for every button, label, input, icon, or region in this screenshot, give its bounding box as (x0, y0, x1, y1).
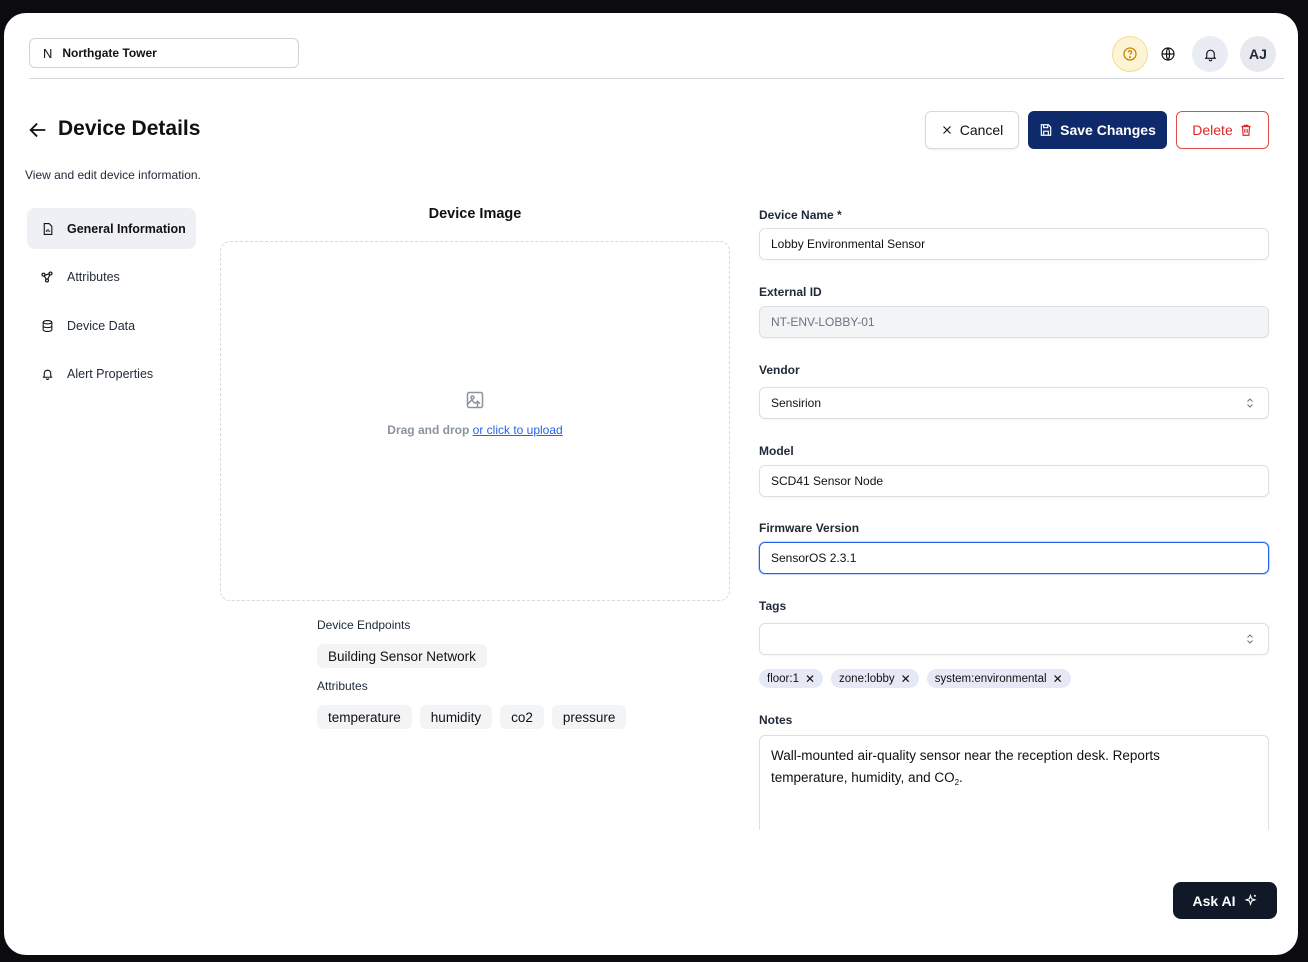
org-name: Northgate Tower (62, 46, 157, 60)
nav-item-device-data[interactable]: Device Data (27, 305, 196, 346)
app-window: N Northgate Tower AJ Device Details View… (4, 13, 1298, 955)
remove-tag-icon[interactable]: ✕ (901, 672, 911, 686)
device-name-label: Device Name * (759, 208, 842, 222)
org-selector[interactable]: N Northgate Tower (29, 38, 299, 68)
image-upload-icon (466, 391, 484, 409)
topbar-icons: AJ (1100, 36, 1276, 72)
bell-icon (39, 366, 55, 382)
delete-label: Delete (1192, 122, 1233, 138)
nav-item-label: Device Data (67, 318, 136, 333)
nav-item-general-information[interactable]: General Information (27, 208, 196, 249)
attribute-chip: temperature (317, 705, 412, 729)
notifications-button[interactable] (1192, 36, 1228, 72)
arrow-left-icon (29, 122, 46, 138)
page-title: Device Details (58, 117, 201, 140)
tags-label: Tags (759, 599, 787, 613)
firmware-input[interactable]: SensorOS 2.3.1 (759, 542, 1269, 574)
vendor-select[interactable]: Sensirion (759, 387, 1269, 419)
notes-line-1: Wall-mounted air-quality sensor near the… (771, 748, 1160, 763)
tag-chip: floor:1 ✕ (759, 669, 824, 688)
back-button[interactable] (27, 119, 49, 146)
bell-icon (1204, 49, 1216, 61)
firmware-label: Firmware Version (759, 521, 860, 535)
endpoint-chip: Building Sensor Network (317, 644, 487, 668)
database-icon (39, 318, 55, 334)
endpoints-label: Device Endpoints (317, 618, 411, 632)
tags-select[interactable] (759, 623, 1269, 655)
device-image-title: Device Image (428, 206, 522, 222)
chevron-up-down-icon (1247, 634, 1253, 644)
attributes-chips: temperature humidity co2 pressure (317, 705, 634, 729)
external-id-input: NT-ENV-LOBBY-01 (759, 306, 1269, 338)
org-initial: N (43, 45, 53, 61)
chevron-up-down-icon (1247, 398, 1253, 408)
help-button[interactable] (1112, 36, 1148, 72)
nav-item-label: General Information (67, 221, 186, 236)
save-button[interactable]: Save Changes (1028, 111, 1167, 149)
model-input[interactable]: SCD41 Sensor Node (759, 465, 1269, 497)
nav-item-attributes[interactable]: Attributes (27, 257, 196, 298)
vendor-value: Sensirion (771, 396, 822, 410)
nav-item-alert-properties[interactable]: Alert Properties (27, 354, 196, 395)
vendor-label: Vendor (759, 363, 800, 377)
nodes-icon (39, 269, 55, 285)
remove-tag-icon[interactable]: ✕ (1053, 672, 1063, 686)
tag-label: system:environmental (934, 672, 1047, 685)
close-icon (942, 126, 951, 134)
dropzone-text: Drag and drop or click to upload (221, 423, 729, 437)
avatar[interactable]: AJ (1240, 36, 1276, 72)
upload-link[interactable]: or click to upload (473, 423, 563, 437)
attributes-label: Attributes (317, 679, 368, 693)
model-label: Model (759, 444, 794, 458)
ask-ai-label: Ask AI (1192, 892, 1236, 909)
section-nav: General Information Attributes Device Da… (27, 208, 196, 402)
tag-label: floor:1 (767, 672, 799, 685)
save-label: Save Changes (1060, 122, 1156, 138)
ask-ai-button[interactable]: Ask AI (1173, 882, 1277, 919)
attribute-chip: humidity (419, 705, 493, 729)
tag-chip: system:environmental ✕ (926, 669, 1071, 688)
external-id-label: External ID (759, 285, 822, 299)
attribute-chip: pressure (551, 705, 627, 729)
sparkles-icon (1243, 893, 1257, 906)
remove-tag-icon[interactable]: ✕ (805, 672, 815, 686)
image-dropzone[interactable]: Drag and drop or click to upload (220, 241, 730, 601)
page-subtitle: View and edit device information. (25, 168, 201, 182)
endpoints-chips: Building Sensor Network (317, 644, 495, 668)
language-button[interactable] (1156, 36, 1180, 72)
delete-button[interactable]: Delete (1176, 111, 1269, 149)
notes-label: Notes (759, 713, 793, 727)
save-icon (1040, 124, 1052, 136)
attribute-chip: co2 (500, 705, 544, 729)
cancel-label: Cancel (959, 122, 1004, 138)
nav-item-label: Attributes (67, 270, 120, 284)
nav-item-label: Alert Properties (67, 367, 154, 381)
top-bar: N Northgate Tower AJ (4, 13, 1298, 79)
globe-icon (1161, 47, 1175, 61)
topbar-divider (29, 78, 1284, 79)
selected-tags: floor:1 ✕ zone:lobby ✕ system:environmen… (759, 669, 1079, 688)
tag-chip: zone:lobby ✕ (831, 669, 919, 688)
drop-text: Drag and drop (387, 423, 470, 437)
header-actions: Cancel Save Changes Delete (916, 111, 1269, 149)
notes-line-2: temperature, humidity, and CO (771, 770, 955, 785)
device-name-input[interactable]: Lobby Environmental Sensor (759, 228, 1269, 260)
document-chart-icon (39, 221, 55, 237)
notes-textarea[interactable]: Wall-mounted air-quality sensor near the… (759, 735, 1269, 830)
cancel-button[interactable]: Cancel (925, 111, 1019, 149)
tag-label: zone:lobby (839, 672, 895, 685)
trash-icon (1241, 124, 1251, 136)
notes-line-end: . (959, 770, 963, 785)
help-icon (1123, 47, 1137, 61)
